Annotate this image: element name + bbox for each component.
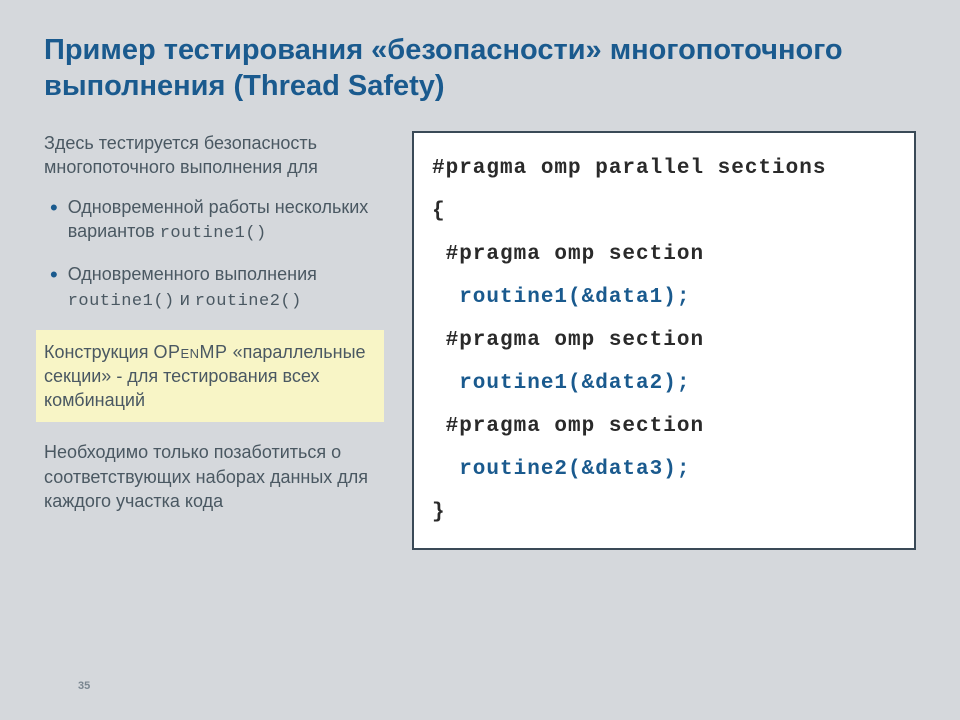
code-block: #pragma omp parallel sections { #pragma … [412, 131, 916, 550]
code-line-5: #pragma omp section [432, 329, 704, 352]
right-column: #pragma omp parallel sections { #pragma … [412, 131, 916, 550]
code-line-9: } [432, 501, 446, 524]
slide-number: 35 [78, 680, 90, 692]
code-line-6: routine1(&data2); [432, 372, 690, 395]
code-line-4: routine1(&data1); [432, 286, 690, 309]
content-area: Здесь тестируется безопасность многопото… [44, 131, 916, 550]
code-line-2: { [432, 200, 446, 223]
bullet-1-text: Одновременной работы нескольких варианто… [68, 195, 384, 246]
bullet-dot-icon: • [50, 264, 58, 286]
trailing-paragraph: Необходимо только позаботиться о соответ… [44, 440, 384, 513]
bullet-2-pre: Одновременного выполнения [68, 264, 317, 284]
bullet-dot-icon: • [50, 197, 58, 219]
lead-paragraph: Здесь тестируется безопасность многопото… [44, 131, 384, 180]
code-line-7: #pragma omp section [432, 415, 704, 438]
highlight-box: Конструкция OPenMP «параллельные секции»… [36, 330, 384, 423]
highlight-name: OPenMP [153, 342, 227, 362]
code-line-1: #pragma omp parallel sections [432, 157, 826, 180]
bullet-1-code: routine1() [160, 224, 267, 243]
bullet-item-1: • Одновременной работы нескольких вариан… [44, 195, 384, 246]
bullet-2-code1: routine1() [68, 292, 175, 311]
code-line-8: routine2(&data3); [432, 458, 690, 481]
left-column: Здесь тестируется безопасность многопото… [44, 131, 384, 550]
bullet-2-code2: routine2() [195, 292, 302, 311]
bullet-2-text: Одновременного выполнения routine1() и r… [68, 262, 384, 313]
highlight-pre: Конструкция [44, 342, 153, 362]
code-line-3: #pragma omp section [432, 243, 704, 266]
bullet-2-mid: и [175, 289, 195, 309]
slide-title: Пример тестирования «безопасности» много… [44, 32, 916, 105]
bullet-item-2: • Одновременного выполнения routine1() и… [44, 262, 384, 313]
